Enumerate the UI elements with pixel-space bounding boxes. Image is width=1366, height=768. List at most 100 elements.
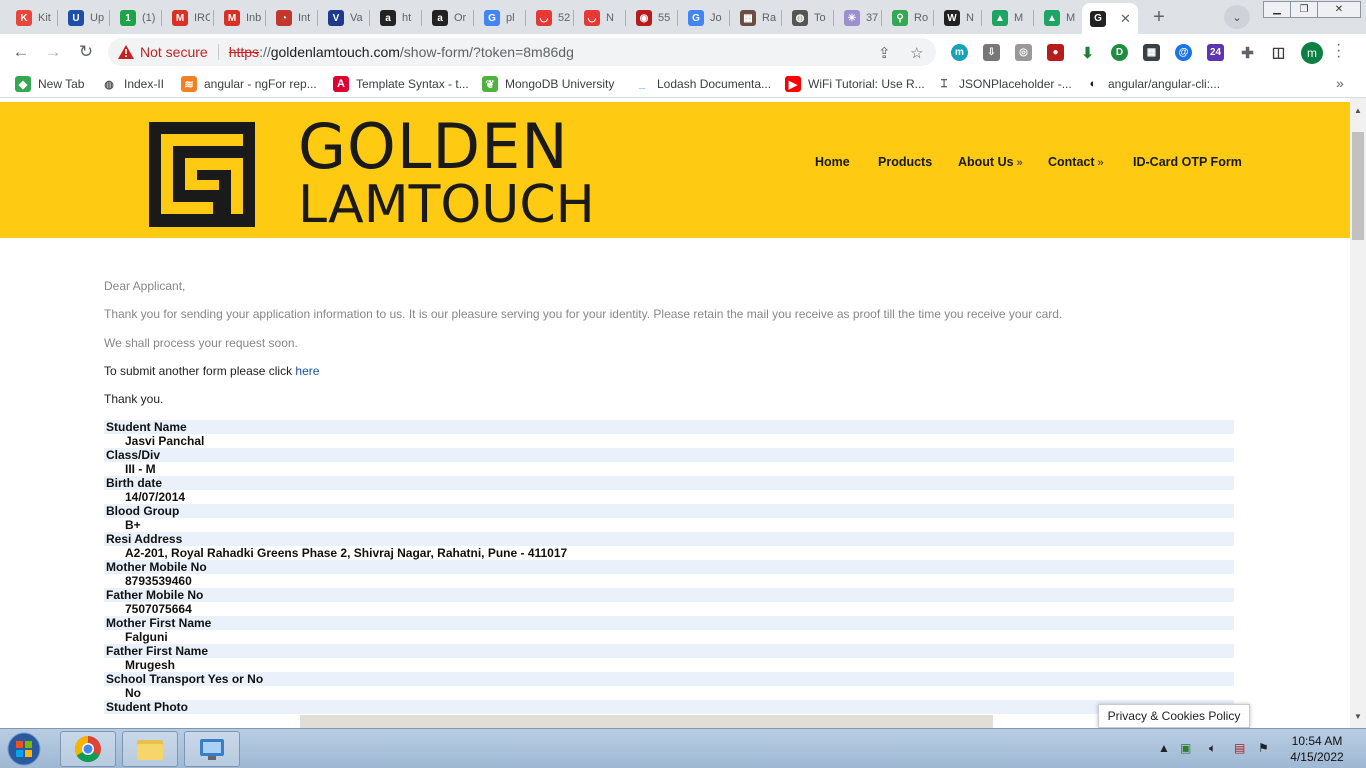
browser-toolbar: ← → ↻ Not secure https://goldenlamtouch.… <box>0 34 1366 70</box>
tab-separator <box>933 10 934 26</box>
bookmark-label: WiFi Tutorial: Use R... <box>808 77 925 91</box>
profile-avatar[interactable]: m <box>1301 42 1323 64</box>
address-bar[interactable]: Not secure https://goldenlamtouch.com/sh… <box>108 38 936 66</box>
taskbar-chrome[interactable] <box>60 731 116 767</box>
bookmark-item[interactable]: ▶ WiFi Tutorial: Use R... <box>785 76 925 92</box>
tab-12[interactable]: ◉ 55 <box>628 6 674 30</box>
tab-16[interactable]: ✳ 37 <box>836 6 882 30</box>
id-extension-icon[interactable]: D <box>1111 44 1128 61</box>
taskbar-control-panel[interactable] <box>184 731 240 767</box>
bookmark-item[interactable]: ◆ New Tab <box>15 76 84 92</box>
page-scrollbar[interactable]: ▲ ▼ <box>1350 98 1366 728</box>
tab-14[interactable]: ▦ Ra <box>732 6 778 30</box>
bookmark-item[interactable]: ≋ angular - ngFor rep... <box>181 76 317 92</box>
arrow-left-icon: ← <box>12 42 30 61</box>
close-window-button[interactable]: ✕ <box>1317 1 1361 18</box>
volume-icon[interactable]: 🔈︎ <box>1209 741 1216 756</box>
site-logo-text[interactable]: GOLDEN LAMTOUCH <box>298 116 595 235</box>
extension-m-icon[interactable]: m <box>951 44 968 61</box>
chevron-double-right-icon[interactable]: » <box>1336 75 1344 91</box>
warning-icon[interactable] <box>118 45 134 59</box>
action-center-flag-icon[interactable]: ⚑ <box>1258 741 1269 755</box>
share-icon[interactable]: ⇪ <box>878 44 891 62</box>
another-form-link[interactable]: here <box>295 364 319 378</box>
scroll-down-icon[interactable]: ▼ <box>1354 712 1362 721</box>
tab-3[interactable]: M IRC <box>164 6 210 30</box>
record-field-label: Father First Name <box>104 644 1234 658</box>
golden-lamtouch-logo-mark[interactable] <box>149 122 255 227</box>
forward-button[interactable]: → <box>41 40 65 64</box>
download-arrow-icon[interactable]: ⬇ <box>1079 44 1096 62</box>
tab-15[interactable]: ◍ To <box>784 6 830 30</box>
tab-label: (1) <box>142 12 156 24</box>
record-field-label: Birth date <box>104 476 1234 490</box>
side-panel-icon[interactable]: ◫ <box>1270 44 1287 61</box>
tab-2[interactable]: 1 (1) <box>112 6 158 30</box>
scroll-thumb[interactable] <box>1352 132 1364 240</box>
tab-0[interactable]: K Kit <box>8 6 54 30</box>
another-form-prefix: To submit another form please click <box>104 364 296 378</box>
puzzle-icon[interactable]: ✚ <box>1239 44 1256 62</box>
star-icon[interactable]: ☆ <box>910 44 923 62</box>
record-field-value: 14/07/2014 <box>104 490 1234 504</box>
close-tab-icon[interactable]: ✕ <box>1120 11 1131 27</box>
taskbar-clock[interactable]: 10:54 AM 4/15/2022 <box>1282 733 1352 765</box>
back-button[interactable]: ← <box>9 40 33 64</box>
minimize-button[interactable]: ▁ <box>1263 1 1291 18</box>
camera-extension-icon[interactable]: ◎ <box>1015 44 1032 61</box>
tab-10[interactable]: ◡ 52 <box>528 6 574 30</box>
bookmark-item[interactable]: _ Lodash Documenta... <box>634 76 771 92</box>
tab-favicon-icon: ▲ <box>1044 10 1060 26</box>
nav-item-contact[interactable]: Contact» <box>1048 155 1104 169</box>
network-icon[interactable]: ▤ <box>1234 741 1245 755</box>
tab-4[interactable]: M Inb <box>216 6 262 30</box>
tray-app-icon[interactable]: ▣ <box>1180 741 1191 755</box>
bookmark-item[interactable]: ❦ MongoDB University <box>482 76 614 92</box>
taskbar-explorer[interactable] <box>122 731 178 767</box>
tab-7[interactable]: a ht <box>372 6 418 30</box>
record-extension-icon[interactable]: ● <box>1047 44 1064 61</box>
tray-expand-icon[interactable]: ▲ <box>1158 741 1170 755</box>
record-field-label: Blood Group <box>104 504 1234 518</box>
not-secure-label[interactable]: Not secure <box>140 44 208 60</box>
tab-13[interactable]: G Jo <box>680 6 726 30</box>
nav-item-products[interactable]: Products <box>878 155 932 169</box>
lodash-icon: _ <box>638 78 646 90</box>
tab-17[interactable]: ⚲ Ro <box>884 6 930 30</box>
tab-active[interactable]: G ✕ <box>1082 3 1138 34</box>
tab-11[interactable]: ◡ N <box>576 6 622 30</box>
tools-extension-icon[interactable]: ▦ <box>1143 44 1160 61</box>
tab-8[interactable]: a Or <box>424 6 470 30</box>
tab-18[interactable]: WN <box>936 6 982 30</box>
tab-favicon-icon: U <box>68 10 84 26</box>
tab-search-button[interactable]: ⌄ <box>1224 5 1250 29</box>
student-photo <box>300 715 993 728</box>
menu-dots-icon[interactable]: · · · <box>1336 37 1341 65</box>
tab-1[interactable]: U Up <box>60 6 106 30</box>
edit-extension-icon[interactable]: @ <box>1175 44 1192 61</box>
tab-5[interactable]: ◔ Int <box>268 6 314 30</box>
tab-favicon-icon: ▲ <box>992 10 1008 26</box>
bookmark-item[interactable]: ⌶ JSONPlaceholder -... <box>936 76 1072 92</box>
maximize-button[interactable]: ❐ <box>1290 1 1318 18</box>
tab-20[interactable]: ▲ M <box>1036 6 1082 30</box>
scroll-up-icon[interactable]: ▲ <box>1354 106 1362 115</box>
privacy-cookies-button[interactable]: Privacy & Cookies Policy <box>1098 704 1250 728</box>
tab-label: Ra <box>762 12 777 24</box>
bookmark-item[interactable]: ◐ angular/angular-cli:... <box>1085 76 1220 92</box>
logo-line-2: LAMTOUCH <box>298 175 595 235</box>
tab-6[interactable]: V Va <box>320 6 366 30</box>
nav-item-about-us[interactable]: About Us» <box>958 155 1023 169</box>
tab-separator <box>625 10 626 26</box>
new-tab-button[interactable]: + <box>1146 5 1172 29</box>
nav-item-id-card-otp-form[interactable]: ID-Card OTP Form <box>1133 155 1242 169</box>
bookmark-item[interactable]: A Template Syntax - t... <box>333 76 469 92</box>
start-button[interactable] <box>4 731 44 767</box>
download-box-icon[interactable]: ⇩ <box>983 44 1000 61</box>
graduation-cap-icon[interactable]: 24 <box>1207 44 1224 61</box>
reload-button[interactable]: ↻ <box>74 40 98 64</box>
bookmark-item[interactable]: ◍ Index-II <box>101 76 164 92</box>
nav-item-home[interactable]: Home <box>815 155 850 169</box>
tab-9[interactable]: Gpl <box>476 6 522 30</box>
tab-19[interactable]: ▲ M <box>984 6 1030 30</box>
